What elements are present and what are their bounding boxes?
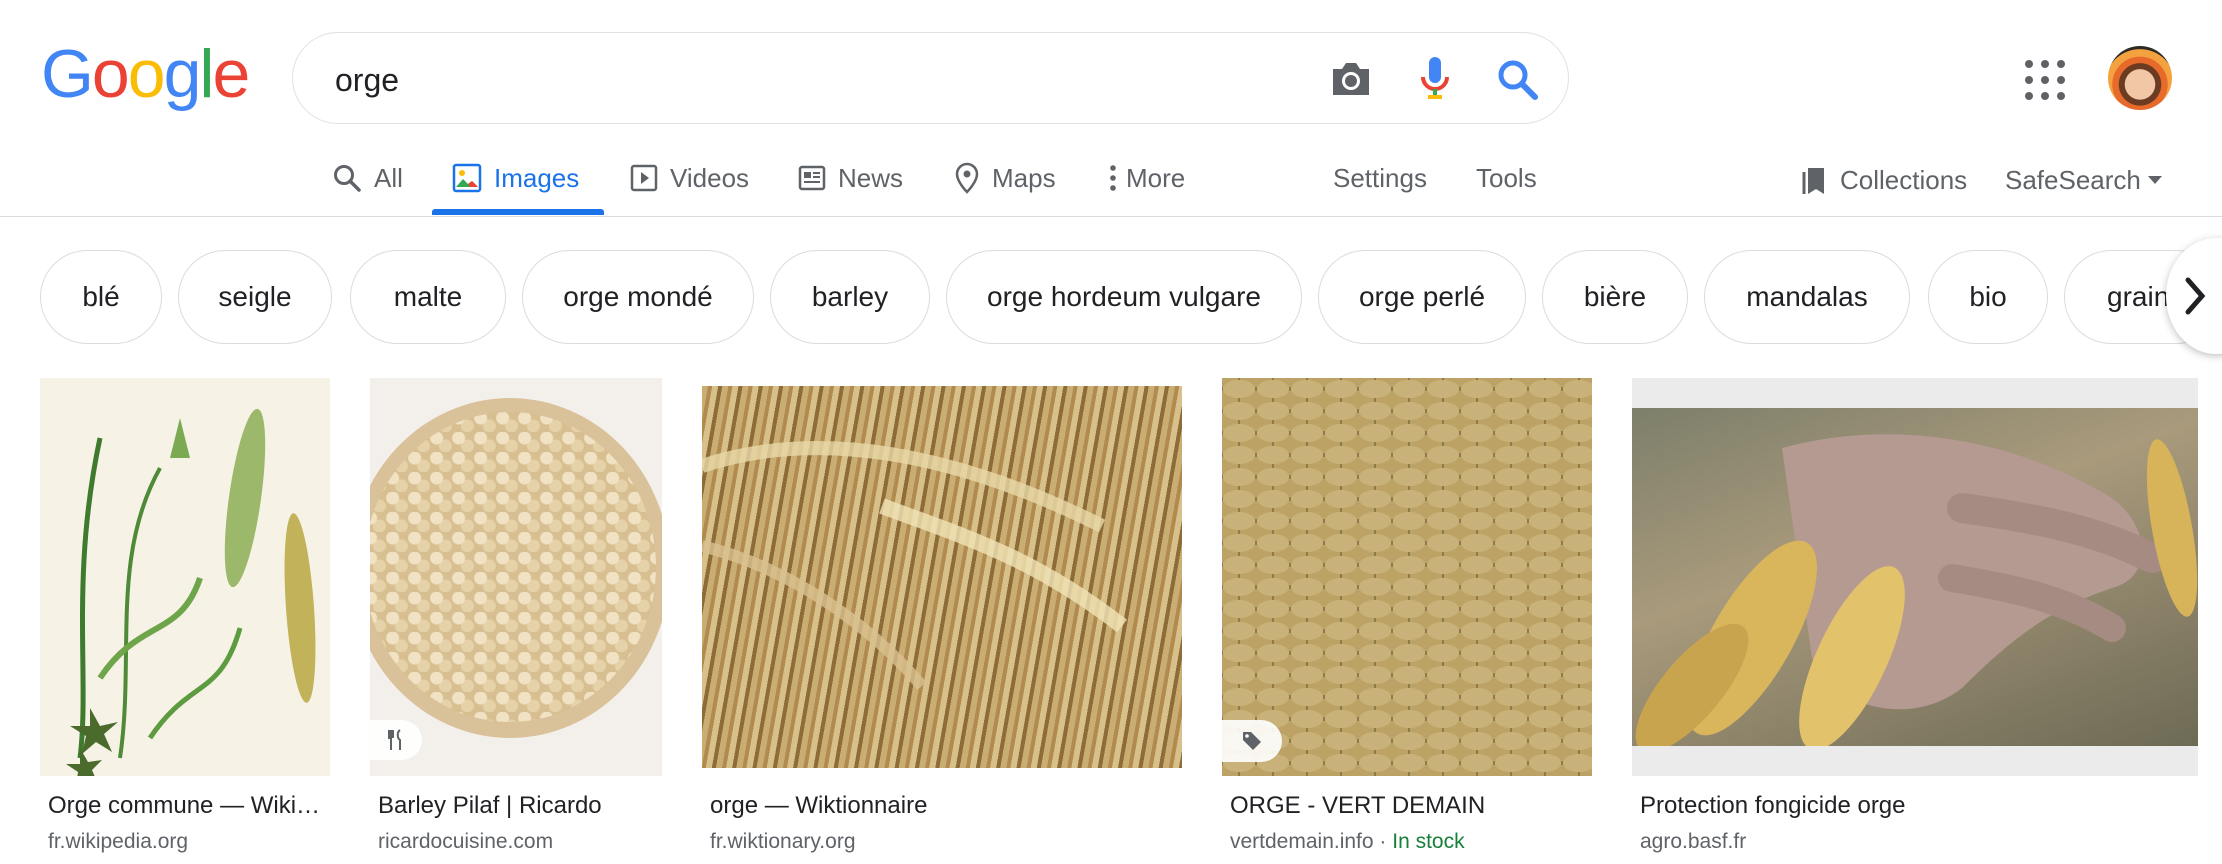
product-badge	[1222, 720, 1282, 762]
tab-more[interactable]: More	[1108, 140, 1185, 216]
tab-label: Maps	[992, 162, 1056, 193]
search-icon	[334, 165, 361, 192]
collections-label: Collections	[1840, 164, 1968, 195]
pin-icon	[955, 162, 979, 194]
dropdown-arrow-icon	[2147, 176, 2162, 184]
result-site: vertdemain.info · In stock	[1230, 830, 1465, 854]
tab-label: Images	[494, 162, 580, 193]
search-input[interactable]	[333, 51, 1237, 109]
tab-all[interactable]: All	[332, 140, 403, 216]
more-vert-icon	[1110, 165, 1116, 191]
tab-label: All	[374, 162, 403, 193]
search-box	[292, 32, 1569, 124]
result-title: orge — Wiktionnaire	[710, 792, 928, 819]
result-site: agro.basf.fr	[1640, 830, 1747, 853]
chip[interactable]: barley	[770, 250, 930, 344]
logo-letter: G	[41, 36, 94, 112]
image-result[interactable]: orge — Wiktionnaire fr.wiktionary.org	[702, 378, 1182, 864]
tools-label: Tools	[1476, 162, 1537, 193]
google-logo[interactable]: Google	[41, 36, 251, 112]
result-site: ricardocuisine.com	[378, 830, 554, 853]
recipe-badge	[370, 720, 422, 760]
tag-icon	[1243, 732, 1261, 750]
chip[interactable]: malte	[350, 250, 506, 344]
active-tab-indicator	[432, 209, 604, 215]
logo-letter: o	[127, 36, 166, 112]
header-divider	[0, 216, 2222, 217]
image-result[interactable]: Protection fongicide orge agro.basf.fr	[1632, 378, 2198, 864]
chip[interactable]: bio	[1928, 250, 2048, 344]
chip[interactable]: orge mondé	[522, 250, 754, 344]
tools-link[interactable]: Tools	[1476, 140, 1537, 216]
search-tabs: All Images Videos News Maps More Setting…	[0, 140, 2222, 216]
stock-status: In stock	[1392, 830, 1465, 853]
related-searches: blé seigle malte orge mondé barley orge …	[40, 250, 2222, 344]
result-title: ORGE - VERT DEMAIN	[1230, 792, 1486, 819]
image-result[interactable]: Orge commune — Wiki… fr.wikipedia.org	[40, 378, 330, 864]
chip[interactable]: bière	[1542, 250, 1688, 344]
account-avatar[interactable]	[2108, 46, 2172, 110]
collections-link[interactable]: Collections	[1800, 142, 1967, 218]
utensils-icon	[388, 729, 401, 750]
result-site-name: vertdemain.info ·	[1230, 830, 1393, 853]
logo-letter: g	[163, 36, 202, 112]
image-icon	[452, 163, 482, 193]
image-result[interactable]: Barley Pilaf | Ricardo ricardocuisine.co…	[370, 378, 662, 864]
tab-maps[interactable]: Maps	[954, 140, 1056, 216]
safesearch-label: SafeSearch	[2005, 164, 2141, 195]
camera-icon[interactable]	[1325, 53, 1377, 105]
tab-news[interactable]: News	[798, 140, 903, 216]
chip[interactable]: blé	[40, 250, 162, 344]
apps-grid-icon[interactable]	[2025, 60, 2065, 100]
result-thumbnail	[1222, 378, 1592, 776]
safesearch-dropdown[interactable]: SafeSearch	[2005, 142, 2163, 218]
play-icon	[630, 164, 658, 192]
image-result[interactable]: ORGE - VERT DEMAIN vertdemain.info · In …	[1222, 378, 1592, 864]
chip[interactable]: mandalas	[1704, 250, 1910, 344]
tab-label: Videos	[670, 162, 750, 193]
chevron-right-icon	[2185, 277, 2206, 315]
chip[interactable]: orge hordeum vulgare	[946, 250, 1302, 344]
result-thumbnail	[370, 378, 662, 776]
tab-label: News	[838, 162, 904, 193]
result-title: Barley Pilaf | Ricardo	[378, 792, 602, 819]
result-thumbnail	[1632, 378, 2198, 776]
tab-label: More	[1126, 162, 1186, 193]
tab-videos[interactable]: Videos	[630, 140, 749, 216]
result-thumbnail	[702, 386, 1182, 768]
result-site: fr.wikipedia.org	[48, 830, 189, 853]
logo-letter: l	[199, 36, 214, 112]
settings-label: Settings	[1333, 162, 1427, 193]
chip[interactable]: orge perlé	[1318, 250, 1526, 344]
mic-icon[interactable]	[1409, 49, 1461, 109]
result-title: Orge commune — Wiki…	[48, 792, 321, 819]
search-icon[interactable]	[1489, 51, 1545, 107]
chip[interactable]: seigle	[178, 250, 332, 344]
settings-link[interactable]: Settings	[1333, 140, 1427, 216]
tab-images[interactable]: Images	[452, 140, 579, 216]
collections-icon	[1802, 168, 1824, 194]
result-thumbnail	[40, 378, 330, 776]
result-site: fr.wiktionary.org	[710, 830, 856, 853]
logo-letter: e	[212, 36, 251, 112]
news-icon	[798, 165, 826, 191]
logo-letter: o	[91, 36, 130, 112]
result-title: Protection fongicide orge	[1640, 792, 1906, 819]
